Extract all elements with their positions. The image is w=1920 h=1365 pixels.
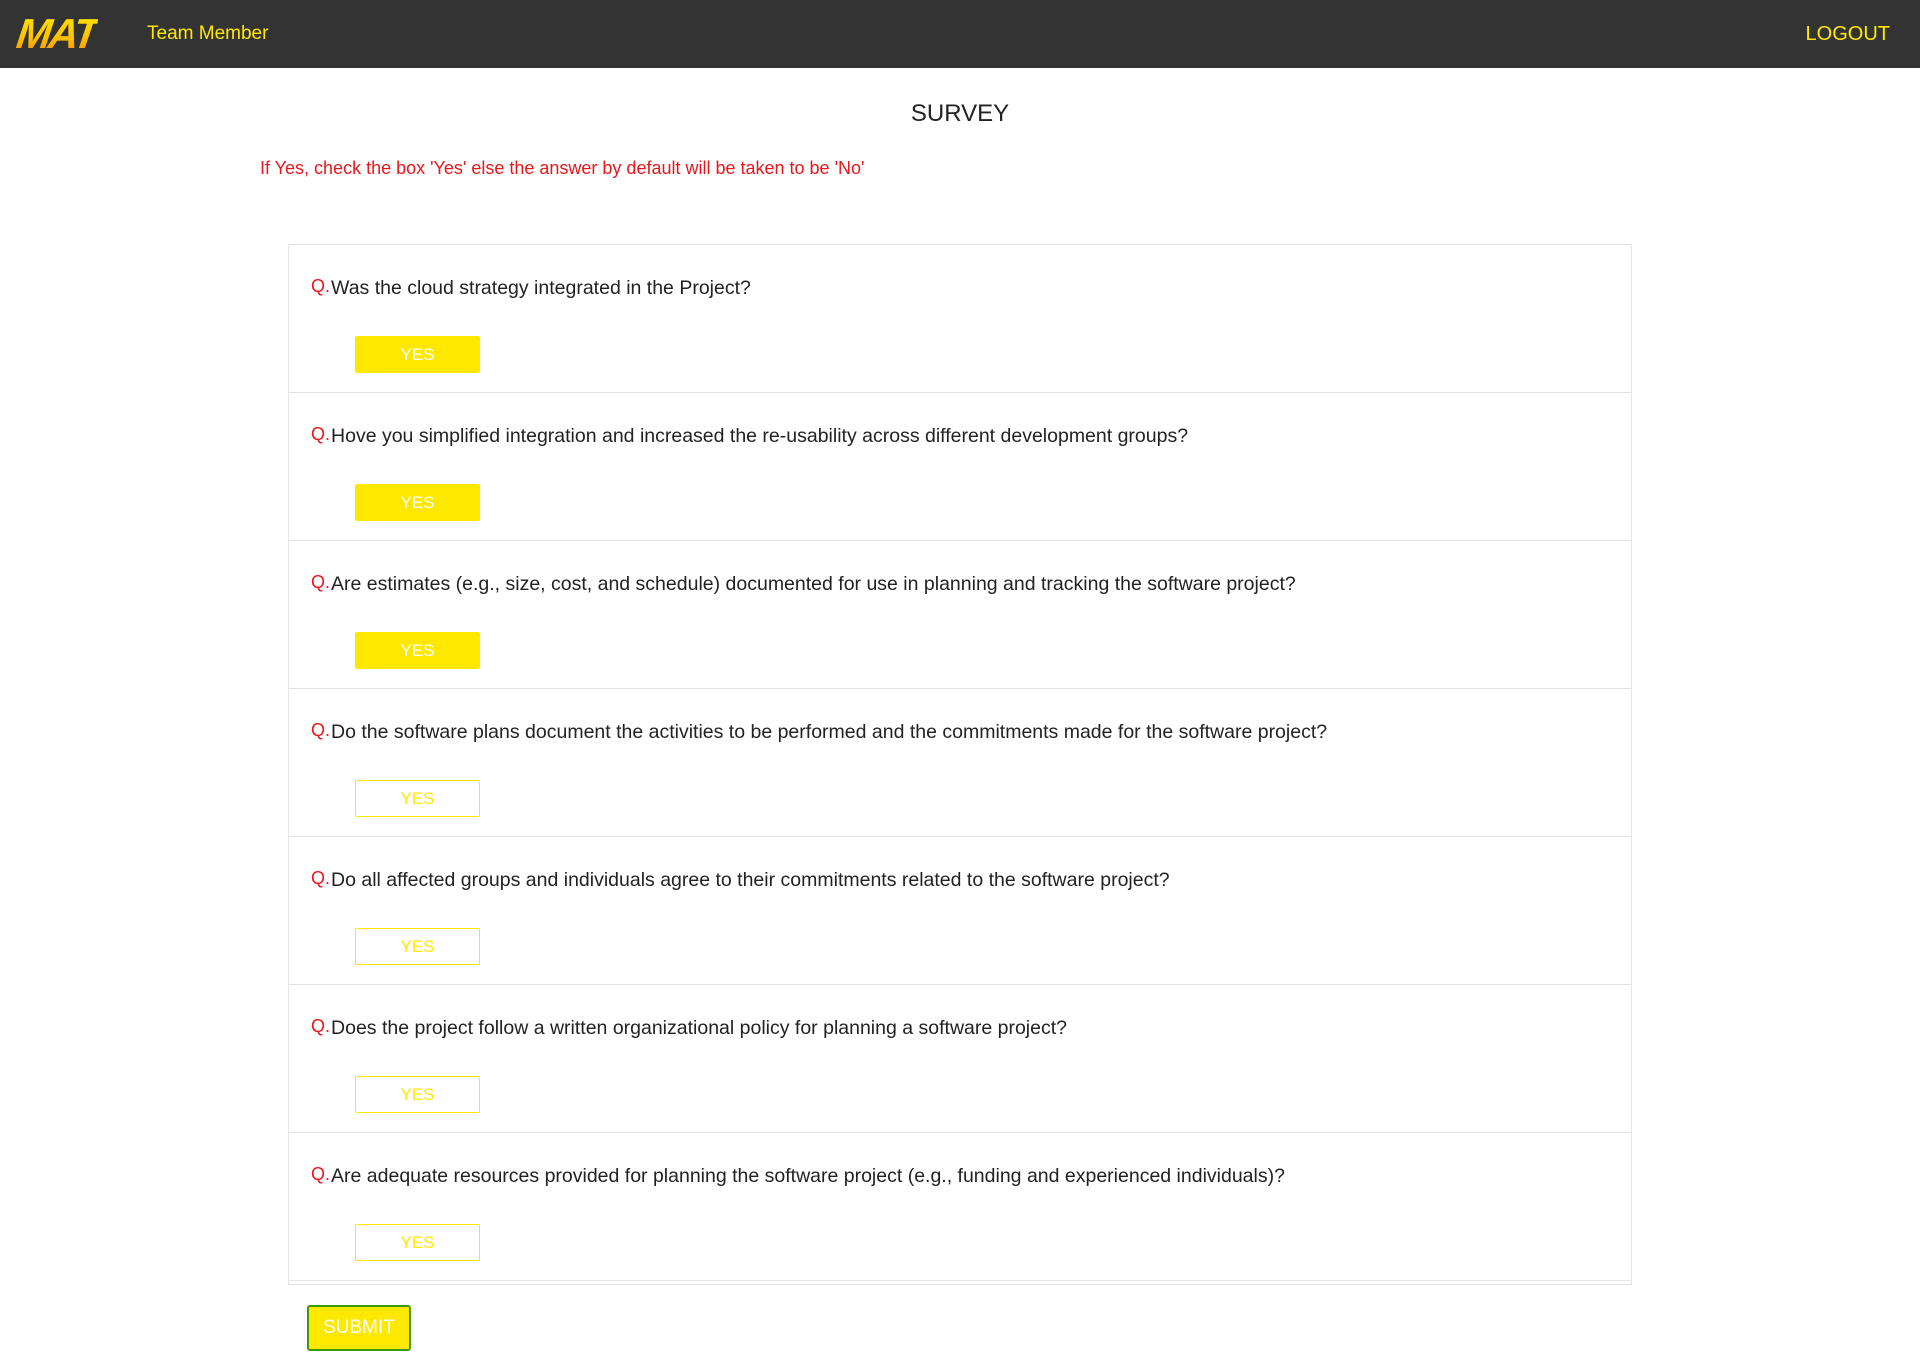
question-line: Q.Are estimates (e.g., size, cost, and s… [311, 572, 1631, 596]
question-line: Q.Does the project follow a written orga… [311, 1016, 1631, 1040]
mat-logo[interactable]: MAT [14, 10, 99, 57]
question-line: Q.Do all affected groups and individuals… [311, 868, 1631, 892]
survey-instruction: If Yes, check the box 'Yes' else the ans… [260, 158, 865, 178]
yes-toggle-button[interactable]: YES [355, 1076, 480, 1113]
question-line: Q.Was the cloud strategy integrated in t… [311, 276, 1631, 300]
yes-toggle-button[interactable]: YES [355, 336, 480, 373]
question-text: Does the project follow a written organi… [331, 1017, 1067, 1039]
question-prefix: Q. [311, 424, 331, 444]
question-prefix: Q. [311, 276, 331, 296]
question-text: Do all affected groups and individuals a… [331, 869, 1170, 891]
top-navigation-bar: MAT Team Member LOGOUT [0, 0, 1920, 68]
yes-toggle-button[interactable]: YES [355, 928, 480, 965]
yes-toggle-button[interactable]: YES [355, 484, 480, 521]
question-row: Q.Do all affected groups and individuals… [289, 837, 1631, 985]
team-member-link[interactable]: Team Member [147, 0, 268, 68]
question-text: Was the cloud strategy integrated in the… [331, 277, 751, 299]
question-prefix: Q. [311, 572, 331, 592]
yes-toggle-button[interactable]: YES [355, 780, 480, 817]
question-prefix: Q. [311, 720, 331, 740]
page-title: SURVEY [910, 100, 1010, 127]
question-row: Q.Hove you simplified integration and in… [289, 393, 1631, 541]
submit-button[interactable]: SUBMIT [307, 1305, 411, 1351]
yes-toggle-button[interactable]: YES [355, 632, 480, 669]
question-row: Q.Are estimates (e.g., size, cost, and s… [289, 541, 1631, 689]
question-row: Q.Are adequate resources provided for pl… [289, 1133, 1631, 1281]
question-text: Are adequate resources provided for plan… [331, 1165, 1285, 1187]
question-line: Q.Hove you simplified integration and in… [311, 424, 1631, 448]
question-text: Are estimates (e.g., size, cost, and sch… [331, 573, 1296, 595]
survey-questions-card: Q.Was the cloud strategy integrated in t… [288, 244, 1632, 1285]
question-row: Q.Was the cloud strategy integrated in t… [289, 245, 1631, 393]
question-row: Q.Does the project follow a written orga… [289, 985, 1631, 1133]
question-prefix: Q. [311, 1016, 331, 1036]
survey-page: SURVEY If Yes, check the box 'Yes' else … [0, 100, 1920, 1351]
question-line: Q.Do the software plans document the act… [311, 720, 1631, 744]
question-prefix: Q. [311, 868, 331, 888]
question-row: Q.Do the software plans document the act… [289, 689, 1631, 837]
question-text: Do the software plans document the activ… [331, 721, 1328, 743]
question-line: Q.Are adequate resources provided for pl… [311, 1164, 1631, 1188]
question-text: Hove you simplified integration and incr… [331, 425, 1189, 447]
logout-link[interactable]: LOGOUT [1806, 0, 1890, 68]
question-prefix: Q. [311, 1164, 331, 1184]
yes-toggle-button[interactable]: YES [355, 1224, 480, 1261]
